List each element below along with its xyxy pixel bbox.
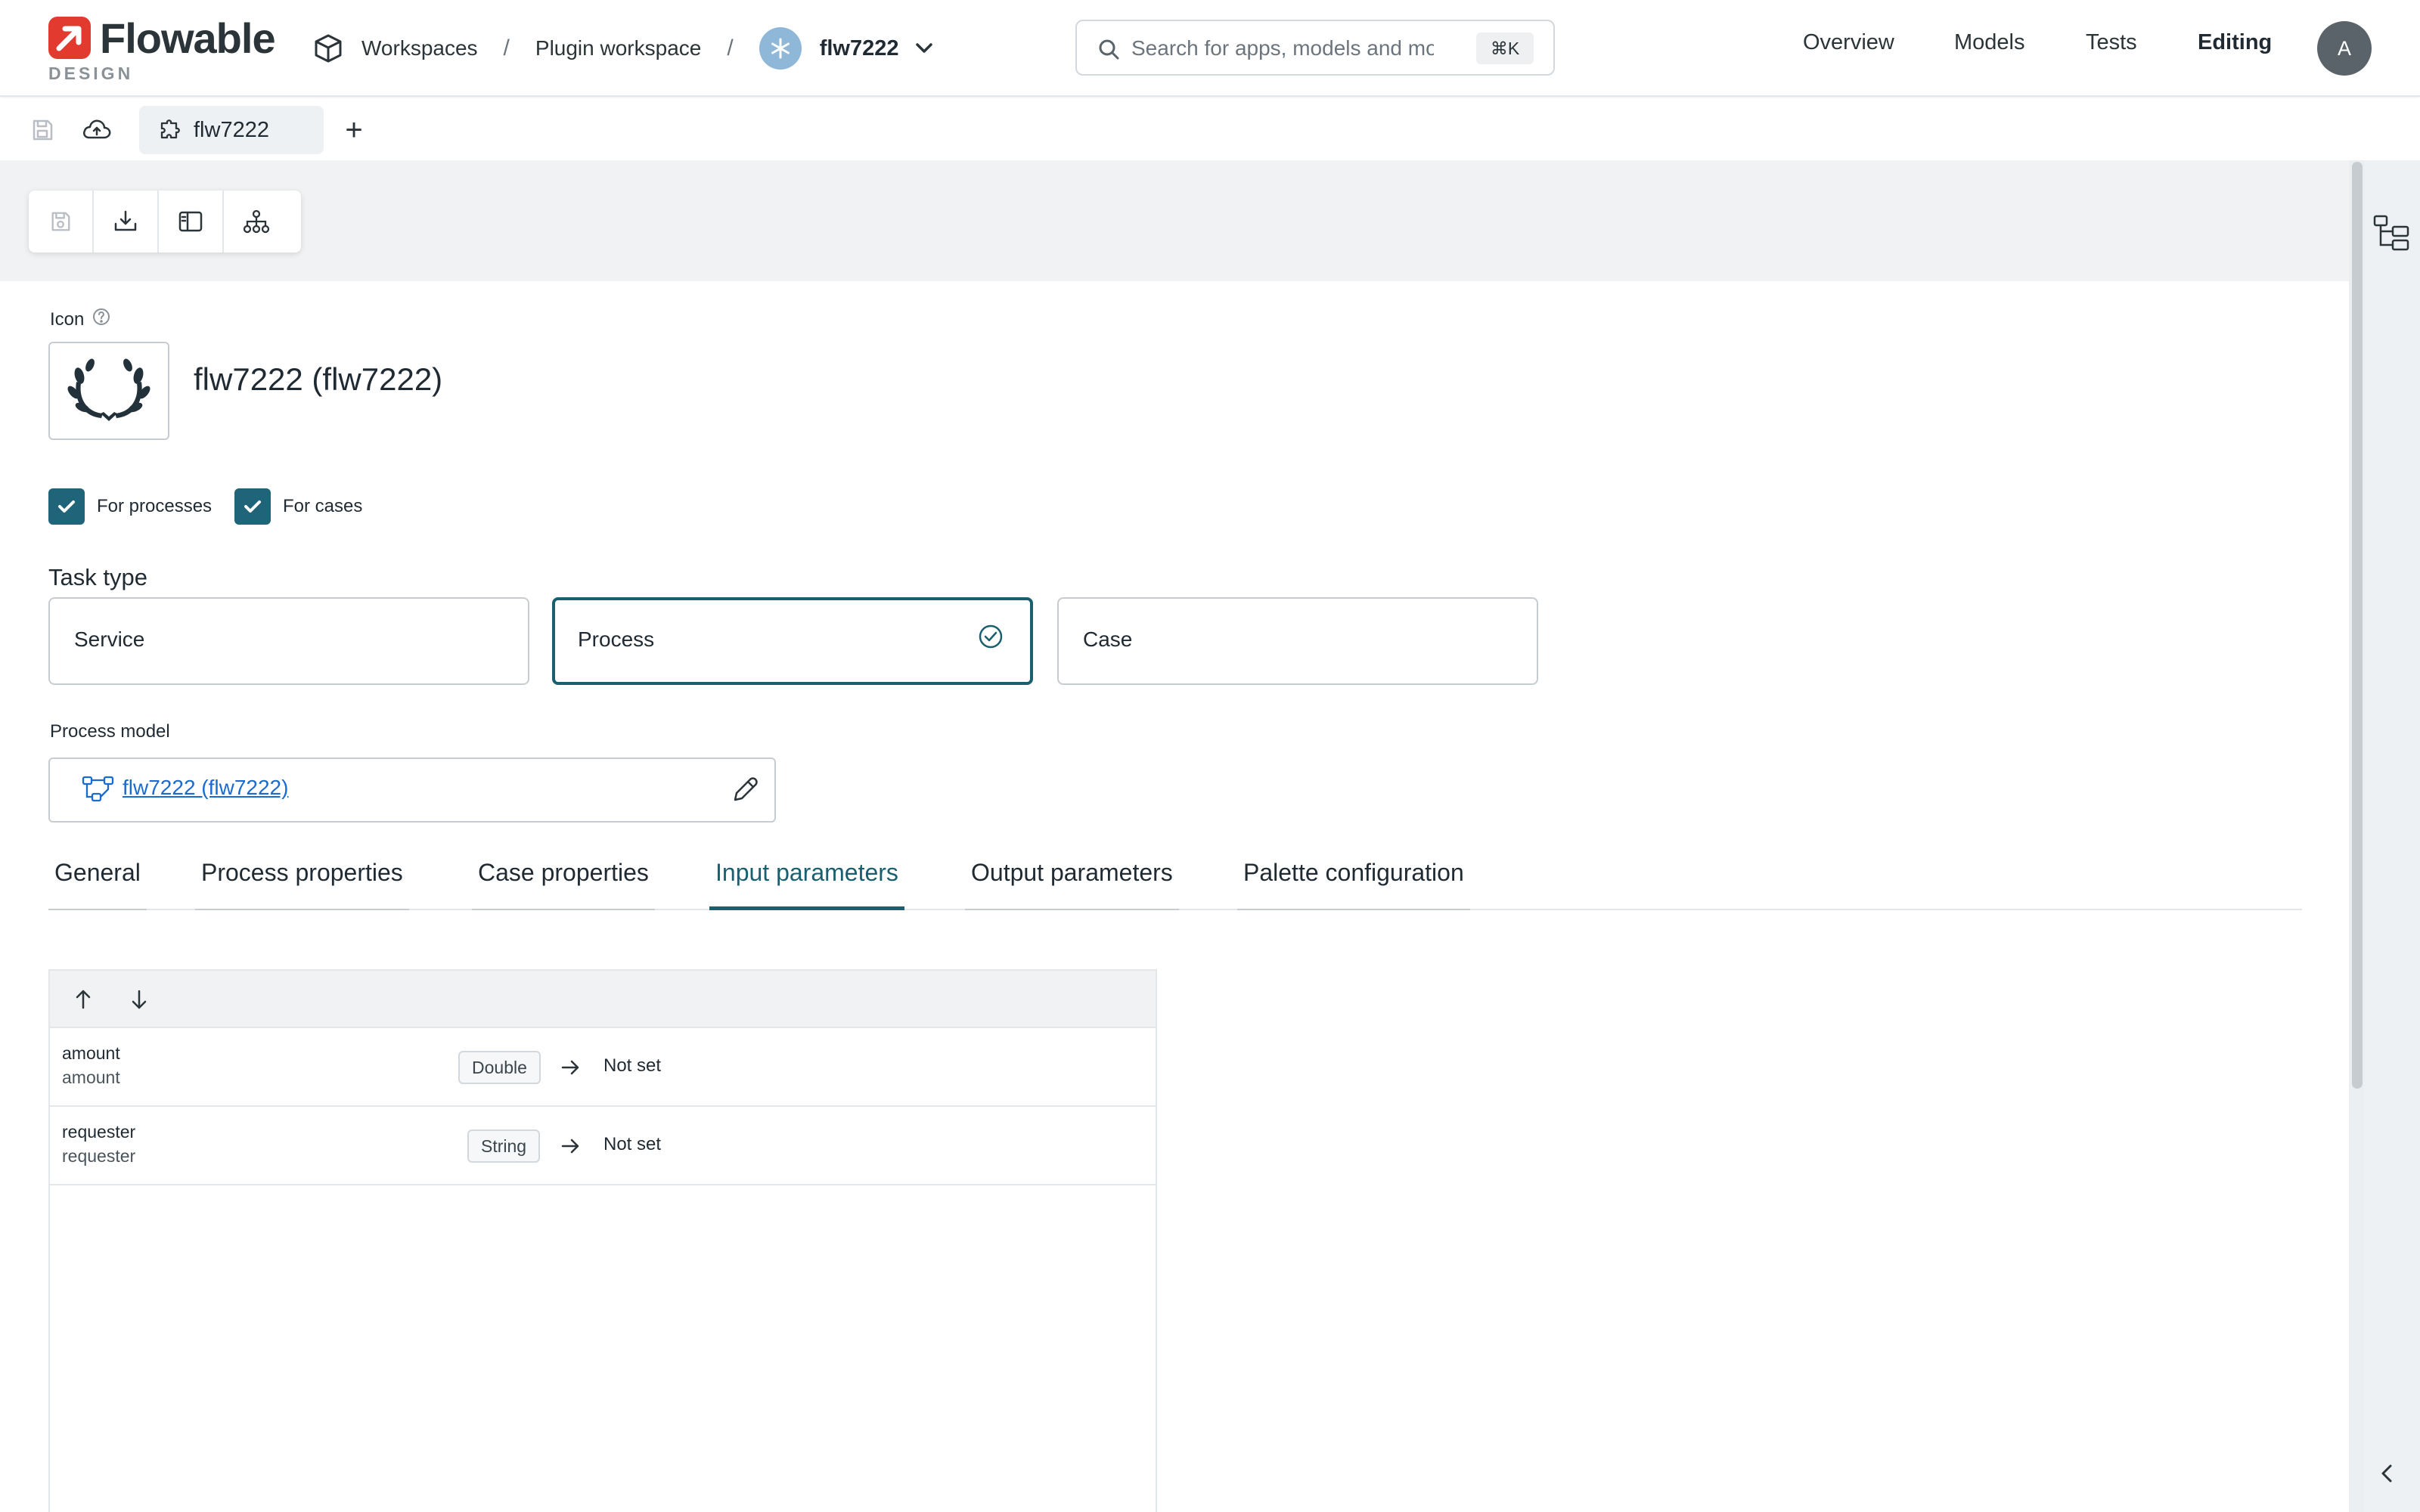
table-row[interactable]: requester requester String Not set	[50, 1107, 1156, 1185]
breadcrumb-plugin-workspace[interactable]: Plugin workspace	[535, 36, 701, 60]
search-shortcut-badge: ⌘K	[1476, 33, 1534, 64]
cube-icon	[310, 30, 346, 67]
right-panel-rail	[2364, 160, 2420, 1512]
for-cases-label: For cases	[283, 496, 363, 516]
laurel-wreath-icon	[67, 353, 150, 429]
chevron-down-icon[interactable]	[914, 38, 935, 59]
tab-output-parameters[interactable]: Output parameters	[965, 859, 1179, 910]
for-processes-checkbox-row[interactable]: For processes	[48, 488, 212, 525]
task-type-case-card[interactable]: Case	[1057, 597, 1538, 685]
arrow-right-icon	[560, 1136, 581, 1160]
icon-picker[interactable]	[48, 342, 169, 440]
logo-subtitle: DESIGN	[48, 64, 134, 83]
flowable-logo[interactable]: Flowable DESIGN	[48, 14, 283, 85]
breadcrumb-workspaces[interactable]: Workspaces	[361, 36, 478, 60]
model-title: flw7222 (flw7222)	[194, 361, 443, 397]
breadcrumb-app[interactable]: flw7222	[820, 36, 899, 61]
puzzle-icon	[157, 116, 183, 145]
save-icon[interactable]	[29, 191, 94, 253]
scrollbar-thumb[interactable]	[2352, 162, 2363, 1089]
property-tabs: General Process properties Case properti…	[48, 859, 2302, 910]
parameter-name: requester	[62, 1122, 136, 1142]
add-tab-button[interactable]: +	[334, 110, 374, 150]
parameter-mapping[interactable]: Not set	[603, 1055, 661, 1077]
breadcrumb-separator: /	[503, 36, 510, 60]
task-type-case-label: Case	[1083, 627, 1133, 651]
asterisk-icon	[759, 27, 802, 70]
parameter-type-badge: Double	[458, 1051, 541, 1084]
logo-wordmark: Flowable	[100, 14, 276, 62]
search-input[interactable]	[1131, 32, 1434, 65]
process-model-label: Process model	[50, 721, 170, 742]
tab-case-properties[interactable]: Case properties	[472, 859, 655, 910]
tab-input-parameters[interactable]: Input parameters	[709, 859, 904, 910]
task-type-service-card[interactable]: Service	[48, 597, 529, 685]
task-type-service-label: Service	[74, 627, 145, 651]
process-model-link[interactable]: flw7222 (flw7222)	[123, 776, 288, 800]
nav-models[interactable]: Models	[1954, 30, 2025, 55]
arrow-right-icon	[560, 1057, 581, 1082]
parameter-mapping[interactable]: Not set	[603, 1134, 661, 1155]
arrow-down-icon[interactable]	[124, 984, 154, 1015]
for-processes-checkbox[interactable]	[48, 488, 85, 525]
tab-process-properties[interactable]: Process properties	[195, 859, 409, 910]
nav-overview[interactable]: Overview	[1803, 30, 1894, 55]
check-circle-icon	[977, 623, 1004, 654]
task-type-label: Task type	[48, 564, 147, 590]
icon-label-text: Icon	[50, 308, 85, 330]
icon-field-label: Icon	[50, 307, 111, 332]
top-header: Flowable DESIGN Workspaces / Plugin work…	[0, 0, 2420, 97]
model-editor-form: Icon flw7222 (flw7222) For processes For…	[0, 281, 2349, 1512]
chevron-left-icon[interactable]	[2376, 1462, 2399, 1489]
nav-editing[interactable]: Editing	[2198, 30, 2272, 55]
help-circle-icon[interactable]	[92, 307, 111, 332]
editor-toolbar-area	[0, 160, 2349, 281]
parameter-id: amount	[62, 1067, 120, 1087]
open-model-tab[interactable]: flw7222	[139, 106, 324, 154]
for-processes-label: For processes	[97, 496, 213, 516]
parameter-name: amount	[62, 1043, 120, 1063]
breadcrumb-separator: /	[727, 36, 734, 60]
tree-structure-icon[interactable]	[2372, 212, 2412, 256]
process-model-icon	[82, 774, 115, 808]
editor-tab-strip: flw7222 +	[0, 98, 2420, 160]
flowable-logo-mark-icon	[48, 17, 91, 59]
sidebar-layout-icon[interactable]	[159, 191, 224, 253]
input-parameters-table: amount amount Double Not set requester r…	[48, 969, 1157, 1512]
parameter-type-badge: String	[467, 1129, 541, 1163]
editor-toolbar	[29, 191, 301, 253]
user-avatar[interactable]: A	[2317, 21, 2372, 76]
hierarchy-icon[interactable]	[224, 191, 289, 253]
arrow-up-icon[interactable]	[68, 984, 98, 1015]
search-icon	[1098, 39, 1119, 64]
parameter-id: requester	[62, 1146, 136, 1166]
table-toolbar	[50, 971, 1156, 1028]
task-type-process-label: Process	[578, 627, 655, 651]
pencil-icon[interactable]	[728, 773, 762, 811]
process-model-field: flw7222 (flw7222)	[48, 758, 776, 823]
nav-tests[interactable]: Tests	[2086, 30, 2137, 55]
for-cases-checkbox-row[interactable]: For cases	[234, 488, 362, 525]
for-cases-checkbox[interactable]	[234, 488, 271, 525]
table-row[interactable]: amount amount Double Not set	[50, 1028, 1156, 1107]
task-type-process-card[interactable]: Process	[552, 597, 1033, 685]
global-search[interactable]: ⌘K	[1075, 20, 1555, 76]
tab-general[interactable]: General	[48, 859, 147, 910]
breadcrumb: Workspaces / Plugin workspace / flw7222	[310, 18, 935, 79]
save-icon[interactable]	[23, 110, 62, 150]
tab-palette-configuration[interactable]: Palette configuration	[1237, 859, 1470, 910]
cloud-upload-icon[interactable]	[77, 110, 116, 150]
download-icon[interactable]	[94, 191, 159, 253]
open-model-tab-label: flw7222	[194, 117, 269, 142]
